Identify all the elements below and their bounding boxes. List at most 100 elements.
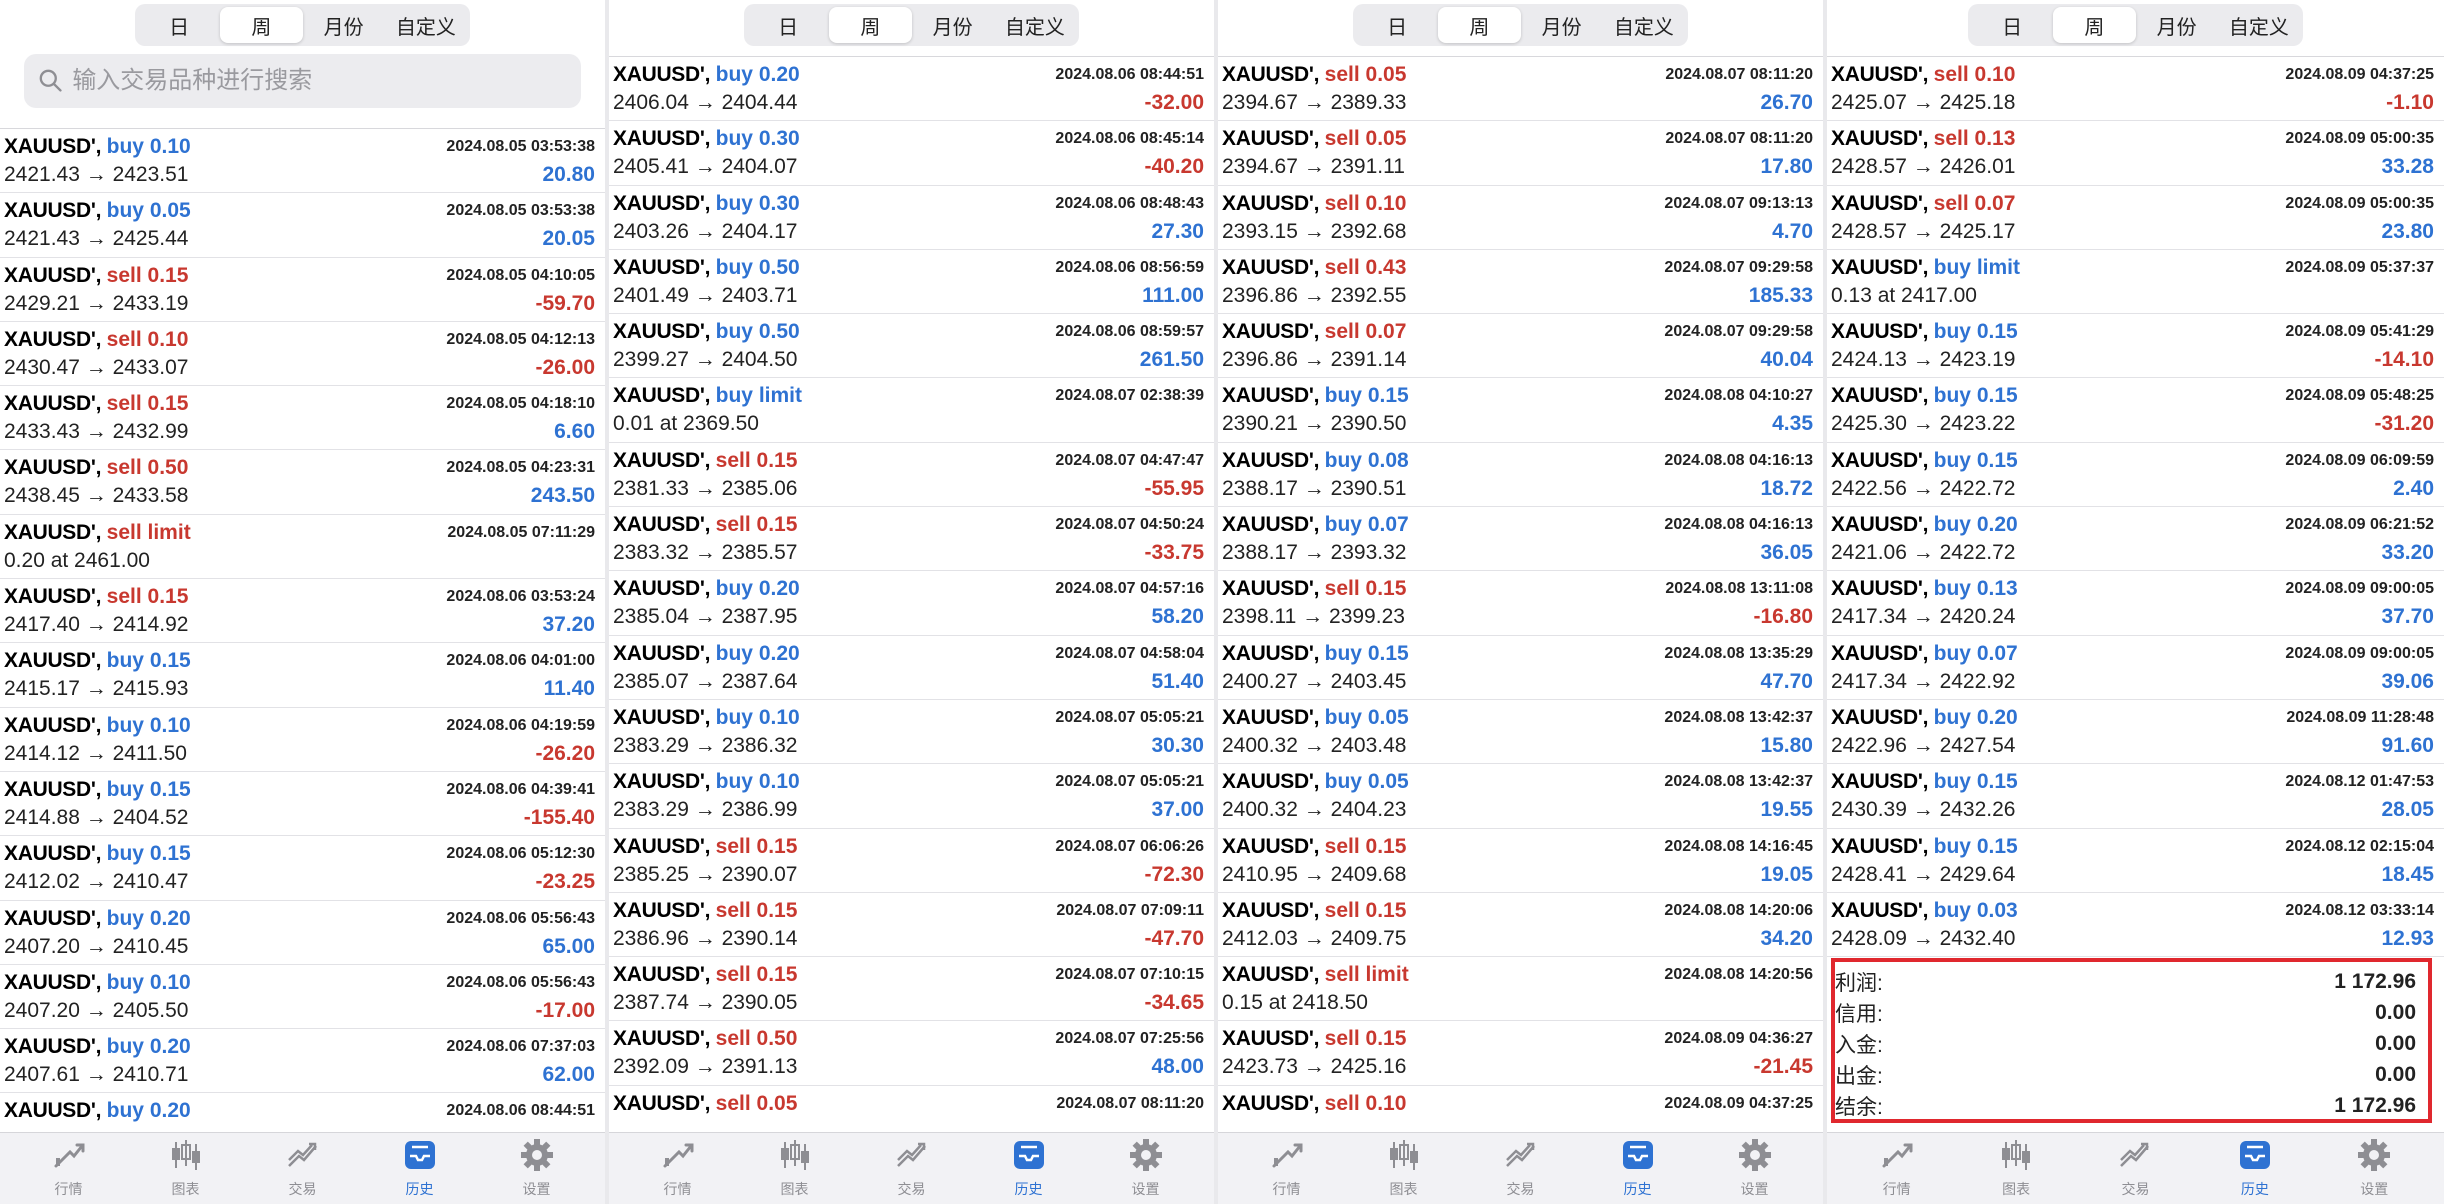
deal-row[interactable]: XAUUSD', buy 0.30 2024.08.06 08:48:43 24… [609, 186, 1214, 250]
deal-row[interactable]: XAUUSD', buy 0.20 2024.08.06 08:44:51 [0, 1093, 605, 1132]
deal-row[interactable]: XAUUSD', sell 0.15 2024.08.07 07:09:11 2… [609, 893, 1214, 958]
tab-trade[interactable]: 交易 [2090, 1138, 2180, 1199]
deal-row[interactable]: XAUUSD', sell limit 2024.08.05 07:11:29 … [0, 515, 605, 580]
deal-row[interactable]: XAUUSD', buy 0.10 2024.08.07 05:05:21 23… [609, 764, 1214, 829]
period-segment[interactable]: 周 [2053, 7, 2136, 43]
tab-gear[interactable]: 设置 [1101, 1138, 1191, 1199]
tab-candlestick-chart[interactable]: 图表 [750, 1138, 840, 1199]
tab-history-inbox[interactable]: 历史 [984, 1138, 1074, 1199]
deal-row[interactable]: XAUUSD', sell 0.15 2024.08.05 04:10:05 2… [0, 258, 605, 322]
deal-row[interactable]: XAUUSD', sell 0.05 2024.08.07 08:11:20 [609, 1086, 1214, 1132]
period-segment[interactable]: 周 [220, 7, 303, 43]
deal-row[interactable]: XAUUSD', buy 0.05 2024.08.08 13:42:37 24… [1218, 700, 1823, 765]
deal-row[interactable]: XAUUSD', buy 0.05 2024.08.05 03:53:38 24… [0, 193, 605, 258]
tab-trade[interactable]: 交易 [867, 1138, 957, 1199]
deal-row[interactable]: XAUUSD', buy 0.15 2024.08.12 01:47:53 24… [1827, 764, 2444, 829]
deal-row[interactable]: XAUUSD', sell 0.10 2024.08.07 09:13:13 2… [1218, 186, 1823, 250]
period-segment[interactable]: 周 [829, 7, 912, 43]
deal-row[interactable]: XAUUSD', buy 0.15 2024.08.06 04:01:00 24… [0, 643, 605, 708]
deals-list[interactable]: XAUUSD', buy 0.20 2024.08.06 08:44:51 24… [609, 56, 1214, 1132]
period-segment[interactable]: 自定义 [2218, 7, 2300, 43]
period-segment[interactable]: 月份 [303, 7, 385, 43]
period-segment[interactable]: 周 [1438, 7, 1521, 43]
period-segment[interactable]: 月份 [912, 7, 994, 43]
deal-row[interactable]: XAUUSD', buy 0.20 2024.08.06 07:37:03 24… [0, 1029, 605, 1094]
deal-row[interactable]: XAUUSD', sell 0.15 2024.08.07 04:47:47 2… [609, 443, 1214, 508]
tab-quotes[interactable]: 行情 [24, 1138, 114, 1199]
tab-gear[interactable]: 设置 [2329, 1138, 2419, 1199]
deal-row[interactable]: XAUUSD', buy 0.05 2024.08.08 13:42:37 24… [1218, 764, 1823, 829]
deal-row[interactable]: XAUUSD', buy 0.10 2024.08.06 04:19:59 24… [0, 708, 605, 772]
deal-row[interactable]: XAUUSD', buy limit 2024.08.09 05:37:37 0… [1827, 250, 2444, 315]
deal-row[interactable]: XAUUSD', buy 0.15 2024.08.12 02:15:04 24… [1827, 829, 2444, 893]
deal-row[interactable]: XAUUSD', sell 0.15 2024.08.08 14:16:45 2… [1218, 829, 1823, 893]
deal-row[interactable]: XAUUSD', buy 0.20 2024.08.09 11:28:48 24… [1827, 700, 2444, 765]
period-segment[interactable]: 自定义 [385, 7, 467, 43]
deal-row[interactable]: XAUUSD', buy 0.50 2024.08.06 08:56:59 24… [609, 250, 1214, 315]
tab-quotes[interactable]: 行情 [633, 1138, 723, 1199]
search-input[interactable] [72, 67, 567, 95]
tab-gear[interactable]: 设置 [1710, 1138, 1800, 1199]
deal-row[interactable]: XAUUSD', sell 0.15 2024.08.09 04:36:27 2… [1218, 1021, 1823, 1086]
deal-row[interactable]: XAUUSD', sell 0.13 2024.08.09 05:00:35 2… [1827, 121, 2444, 186]
tab-candlestick-chart[interactable]: 图表 [1359, 1138, 1449, 1199]
deal-row[interactable]: XAUUSD', buy 0.20 2024.08.07 04:58:04 23… [609, 636, 1214, 700]
deal-row[interactable]: XAUUSD', sell 0.10 2024.08.05 04:12:13 2… [0, 322, 605, 387]
deal-row[interactable]: XAUUSD', sell 0.50 2024.08.05 04:23:31 2… [0, 450, 605, 515]
tab-quotes[interactable]: 行情 [1852, 1138, 1942, 1199]
deal-row[interactable]: XAUUSD', sell 0.07 2024.08.07 09:29:58 2… [1218, 314, 1823, 379]
deal-row[interactable]: XAUUSD', sell 0.07 2024.08.09 05:00:35 2… [1827, 186, 2444, 250]
deal-row[interactable]: XAUUSD', sell 0.43 2024.08.07 09:29:58 2… [1218, 250, 1823, 315]
deal-row[interactable]: XAUUSD', buy 0.30 2024.08.06 08:45:14 24… [609, 121, 1214, 186]
tab-history-inbox[interactable]: 历史 [2210, 1138, 2300, 1199]
deal-row[interactable]: XAUUSD', sell 0.15 2024.08.07 07:10:15 2… [609, 957, 1214, 1022]
deal-row[interactable]: XAUUSD', buy 0.10 2024.08.07 05:05:21 23… [609, 700, 1214, 765]
deal-row[interactable]: XAUUSD', buy 0.15 2024.08.06 04:39:41 24… [0, 772, 605, 837]
period-segment[interactable]: 日 [1356, 7, 1438, 43]
deal-row[interactable]: XAUUSD', buy 0.08 2024.08.08 04:16:13 23… [1218, 443, 1823, 508]
tab-trade[interactable]: 交易 [258, 1138, 348, 1199]
deals-list[interactable]: XAUUSD', sell 0.05 2024.08.07 08:11:20 2… [1218, 56, 1823, 1132]
deal-row[interactable]: XAUUSD', sell 0.15 2024.08.07 06:06:26 2… [609, 829, 1214, 893]
deal-row[interactable]: XAUUSD', sell 0.05 2024.08.07 08:11:20 2… [1218, 57, 1823, 122]
search-bar[interactable] [24, 54, 581, 108]
deal-row[interactable]: XAUUSD', buy limit 2024.08.07 02:38:39 0… [609, 378, 1214, 443]
deal-row[interactable]: XAUUSD', sell 0.15 2024.08.08 13:11:08 2… [1218, 571, 1823, 636]
deal-row[interactable]: XAUUSD', buy 0.07 2024.08.09 09:00:05 24… [1827, 636, 2444, 700]
deal-row[interactable]: XAUUSD', sell 0.05 2024.08.07 08:11:20 2… [1218, 121, 1823, 186]
deal-row[interactable]: XAUUSD', buy 0.10 2024.08.05 03:53:38 24… [0, 129, 605, 194]
deal-row[interactable]: XAUUSD', buy 0.07 2024.08.08 04:16:13 23… [1218, 507, 1823, 572]
deal-row[interactable]: XAUUSD', buy 0.15 2024.08.09 05:41:29 24… [1827, 314, 2444, 379]
deal-row[interactable]: XAUUSD', sell 0.15 2024.08.07 04:50:24 2… [609, 507, 1214, 572]
deal-row[interactable]: XAUUSD', buy 0.10 2024.08.06 05:56:43 24… [0, 965, 605, 1030]
period-segment[interactable]: 自定义 [994, 7, 1076, 43]
deal-row[interactable]: XAUUSD', sell 0.15 2024.08.08 14:20:06 2… [1218, 893, 1823, 958]
deal-row[interactable]: XAUUSD', buy 0.13 2024.08.09 09:00:05 24… [1827, 571, 2444, 636]
period-segment[interactable]: 月份 [2136, 7, 2218, 43]
period-segment[interactable]: 月份 [1521, 7, 1603, 43]
deal-row[interactable]: XAUUSD', buy 0.50 2024.08.06 08:59:57 23… [609, 314, 1214, 379]
period-segment[interactable]: 自定义 [1603, 7, 1685, 43]
deal-row[interactable]: XAUUSD', buy 0.20 2024.08.07 04:57:16 23… [609, 571, 1214, 636]
period-segment[interactable]: 日 [1971, 7, 2053, 43]
tab-quotes[interactable]: 行情 [1242, 1138, 1332, 1199]
tab-history-inbox[interactable]: 历史 [375, 1138, 465, 1199]
deal-row[interactable]: XAUUSD', sell 0.10 2024.08.09 04:37:25 [1218, 1086, 1823, 1132]
deal-row[interactable]: XAUUSD', buy 0.20 2024.08.06 05:56:43 24… [0, 901, 605, 965]
deal-row[interactable]: XAUUSD', buy 0.15 2024.08.08 04:10:27 23… [1218, 378, 1823, 443]
period-segment[interactable]: 日 [138, 7, 220, 43]
deal-row[interactable]: XAUUSD', buy 0.20 2024.08.06 08:44:51 24… [609, 57, 1214, 122]
deal-row[interactable]: XAUUSD', sell 0.15 2024.08.06 03:53:24 2… [0, 579, 605, 644]
period-segment[interactable]: 日 [747, 7, 829, 43]
tab-candlestick-chart[interactable]: 图表 [141, 1138, 231, 1199]
deal-row[interactable]: XAUUSD', sell 0.15 2024.08.05 04:18:10 2… [0, 386, 605, 451]
deal-row[interactable]: XAUUSD', buy 0.15 2024.08.09 05:48:25 24… [1827, 378, 2444, 443]
deal-row[interactable]: XAUUSD', sell limit 2024.08.08 14:20:56 … [1218, 957, 1823, 1022]
tab-gear[interactable]: 设置 [492, 1138, 582, 1199]
deal-row[interactable]: XAUUSD', buy 0.03 2024.08.12 03:33:14 24… [1827, 893, 2444, 958]
deal-row[interactable]: XAUUSD', buy 0.15 2024.08.08 13:35:29 24… [1218, 636, 1823, 700]
deal-row[interactable]: XAUUSD', sell 0.50 2024.08.07 07:25:56 2… [609, 1021, 1214, 1086]
deal-row[interactable]: XAUUSD', buy 0.15 2024.08.06 05:12:30 24… [0, 836, 605, 901]
deal-row[interactable]: XAUUSD', buy 0.20 2024.08.09 06:21:52 24… [1827, 507, 2444, 572]
deal-row[interactable]: XAUUSD', buy 0.15 2024.08.09 06:09:59 24… [1827, 443, 2444, 508]
